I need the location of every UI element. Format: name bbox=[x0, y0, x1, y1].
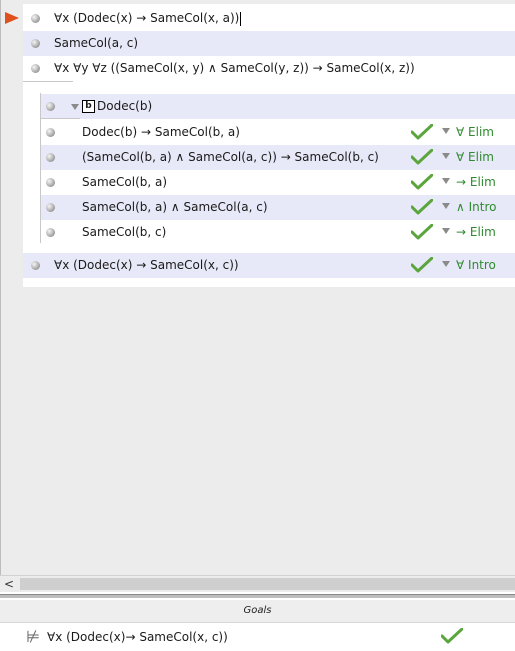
step-bullet-icon[interactable] bbox=[46, 203, 55, 212]
step-row-3[interactable]: SameCol(b, a) → Elim bbox=[41, 170, 515, 195]
text-caret bbox=[240, 11, 242, 26]
rule-dropdown-icon[interactable] bbox=[442, 203, 450, 209]
premise-sentence-2[interactable]: SameCol(a, c) bbox=[54, 31, 138, 56]
rule-dropdown-icon[interactable] bbox=[442, 228, 450, 234]
goals-header: Goals bbox=[0, 600, 515, 623]
step-sentence[interactable]: Dodec(b) → SameCol(b, a) bbox=[82, 120, 240, 145]
rule-label[interactable]: ∧ Intro bbox=[456, 195, 496, 220]
step-sentence[interactable]: SameCol(b, a) ∧ SameCol(a, c) bbox=[82, 195, 268, 220]
rule-dropdown-icon[interactable] bbox=[442, 153, 450, 159]
focus-pointer-icon bbox=[5, 12, 19, 24]
rule-label[interactable]: ∀ Intro bbox=[456, 253, 496, 278]
premise-row-1[interactable]: ∀x (Dodec(x) → SameCol(x, a)) bbox=[23, 6, 515, 31]
step-bullet-icon[interactable] bbox=[31, 14, 40, 23]
check-icon bbox=[411, 149, 433, 165]
step-row-4[interactable]: SameCol(b, a) ∧ SameCol(a, c) ∧ Intro bbox=[41, 195, 515, 220]
goal-check-icon bbox=[441, 628, 463, 644]
step-sentence[interactable]: (SameCol(b, a) ∧ SameCol(a, c)) → SameCo… bbox=[82, 145, 379, 170]
step-bullet-icon[interactable] bbox=[46, 178, 55, 187]
scroll-left-arrow-icon[interactable]: < bbox=[4, 576, 14, 592]
step-bullet-icon[interactable] bbox=[46, 102, 55, 111]
premise-row-2[interactable]: SameCol(a, c) bbox=[23, 31, 515, 56]
step-sentence[interactable]: SameCol(b, c) bbox=[82, 220, 166, 245]
collapse-triangle-icon[interactable] bbox=[71, 104, 79, 110]
check-icon bbox=[411, 124, 433, 140]
subproof-assumption-sentence[interactable]: Dodec(b) bbox=[97, 94, 152, 119]
premise-row-3[interactable]: ∀x ∀y ∀z ((SameCol(x, y) ∧ SameCol(y, z)… bbox=[23, 56, 515, 81]
goal-row[interactable]: ⊭ ∀x (Dodec(x)→ SameCol(x, c)) bbox=[0, 624, 515, 651]
step-bullet-icon[interactable] bbox=[46, 228, 55, 237]
premise-separator bbox=[23, 81, 73, 82]
subproof-premise-separator bbox=[40, 118, 80, 119]
step-row-5[interactable]: SameCol(b, c) → Elim bbox=[41, 220, 515, 245]
check-icon bbox=[411, 224, 433, 240]
rule-label[interactable]: ∀ Elim bbox=[456, 120, 494, 145]
step-row-1[interactable]: Dodec(b) → SameCol(b, a) ∀ Elim bbox=[41, 120, 515, 145]
rule-label[interactable]: → Elim bbox=[456, 220, 496, 245]
step-bullet-icon[interactable] bbox=[46, 153, 55, 162]
rule-dropdown-icon[interactable] bbox=[442, 128, 450, 134]
step-row-2[interactable]: (SameCol(b, a) ∧ SameCol(a, c)) → SameCo… bbox=[41, 145, 515, 170]
step-bullet-icon[interactable] bbox=[31, 39, 40, 48]
rule-label[interactable]: ∀ Elim bbox=[456, 145, 494, 170]
goal-sentence[interactable]: ∀x (Dodec(x)→ SameCol(x, c)) bbox=[47, 625, 228, 650]
check-icon bbox=[411, 174, 433, 190]
step-sentence[interactable]: SameCol(b, a) bbox=[82, 170, 167, 195]
rule-label[interactable]: → Elim bbox=[456, 170, 496, 195]
rule-dropdown-icon[interactable] bbox=[442, 261, 450, 267]
premise-sentence-1[interactable]: ∀x (Dodec(x) → SameCol(x, a)) bbox=[54, 6, 242, 31]
boxed-constant: b bbox=[82, 100, 95, 113]
proof-pane: ∀x (Dodec(x) → SameCol(x, a)) SameCol(a,… bbox=[0, 0, 515, 577]
step-bullet-icon[interactable] bbox=[46, 128, 55, 137]
step-bullet-icon[interactable] bbox=[31, 64, 40, 73]
step-bullet-icon[interactable] bbox=[31, 261, 40, 270]
pane-divider[interactable] bbox=[0, 594, 515, 598]
rule-dropdown-icon[interactable] bbox=[442, 178, 450, 184]
goal-turnstile-icon: ⊭ bbox=[26, 627, 40, 646]
conclusion-row[interactable]: ∀x (Dodec(x) → SameCol(x, c)) ∀ Intro bbox=[23, 253, 515, 278]
conclusion-sentence[interactable]: ∀x (Dodec(x) → SameCol(x, c)) bbox=[54, 253, 239, 278]
check-icon bbox=[411, 257, 433, 273]
scrollbar-thumb[interactable] bbox=[20, 578, 515, 590]
check-icon bbox=[411, 199, 433, 215]
premise-sentence-3[interactable]: ∀x ∀y ∀z ((SameCol(x, y) ∧ SameCol(y, z)… bbox=[54, 56, 415, 81]
horizontal-scrollbar[interactable]: < bbox=[0, 575, 515, 592]
